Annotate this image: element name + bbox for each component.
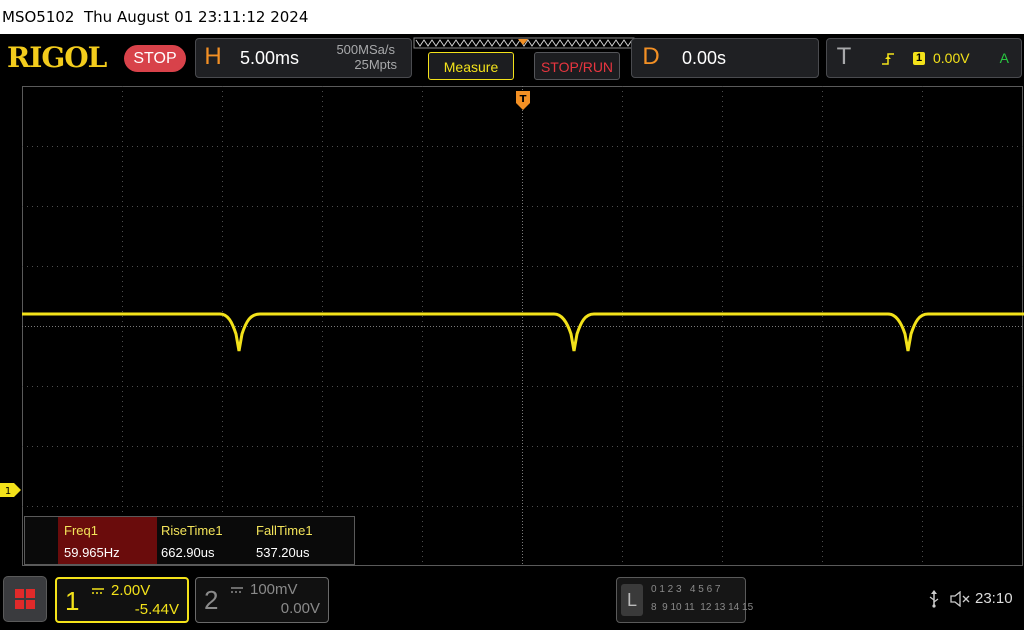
- channel1-box[interactable]: 1 2.00V -5.44V: [55, 577, 189, 623]
- dc-coupling-icon: [92, 588, 104, 594]
- measurement-value: 537.20us: [256, 545, 310, 560]
- channel2-offset: 0.00V: [280, 600, 320, 617]
- measurement-value: 662.90us: [161, 545, 215, 560]
- trigger-time-marker: T: [516, 91, 530, 110]
- measurement-freq[interactable]: Freq1 59.965Hz: [58, 517, 157, 564]
- measurement-risetime[interactable]: RiseTime1 662.90us: [155, 517, 251, 564]
- usb-icon: [929, 590, 939, 608]
- trigger-mode: A: [999, 50, 1009, 66]
- channel2-number: 2: [204, 585, 219, 615]
- model-name: MSO5102: [2, 8, 75, 26]
- trigger-panel[interactable]: T 1 0.00V A: [826, 38, 1022, 78]
- channel1-number: 1: [65, 586, 80, 616]
- menu-grid-icon: [15, 589, 35, 609]
- logic-analyzer-box[interactable]: L 0 1 2 3 4 5 6 7 8 9 10 11 12 13 14 15: [616, 577, 753, 623]
- measurement-panel: Freq1 59.965Hz RiseTime1 662.90us FallTi…: [24, 516, 355, 565]
- memory-overview-bar: [413, 37, 635, 49]
- channel1-scale: 2.00V: [111, 582, 151, 599]
- delay-key: D: [642, 43, 660, 70]
- timebase-value: 5.00ms: [240, 48, 300, 68]
- run-status-badge[interactable]: STOP: [124, 45, 186, 72]
- svg-text:1: 1: [5, 486, 11, 497]
- measurement-value: 59.965Hz: [64, 545, 120, 560]
- stop-run-button[interactable]: STOP/RUN: [534, 52, 620, 80]
- datetime: Thu August 01 23:11:12 2024: [84, 8, 309, 26]
- measurement-label: FallTime1: [256, 523, 313, 538]
- rising-edge-icon: [882, 53, 894, 65]
- channel2-scale: 100mV: [250, 581, 298, 598]
- rigol-logo: RIGOL: [7, 41, 107, 74]
- channel2-box[interactable]: 2 100mV 0.00V: [195, 577, 329, 623]
- title-bar: MSO5102 Thu August 01 23:11:12 2024: [0, 0, 1024, 34]
- delay-value: 0.00s: [682, 48, 727, 68]
- delay-panel[interactable]: D 0.00s: [631, 38, 819, 78]
- channel1-offset: -5.44V: [134, 601, 179, 618]
- trigger-level: 0.00V: [933, 50, 970, 66]
- dc-coupling-icon: [231, 587, 243, 593]
- status-clock: 23:10: [975, 590, 1013, 607]
- trigger-source-badge: 1: [913, 52, 925, 65]
- sample-rate: 500MSa/s: [336, 42, 395, 57]
- waveform-display[interactable]: [22, 86, 1024, 566]
- channel1-ground-marker[interactable]: 1: [0, 482, 22, 498]
- measure-button[interactable]: Measure: [428, 52, 514, 80]
- horizontal-key: H: [204, 43, 222, 70]
- svg-text:T: T: [520, 94, 527, 105]
- trigger-key: T: [836, 43, 852, 70]
- speaker-muted-icon[interactable]: [950, 591, 970, 607]
- measurement-label: Freq1: [64, 523, 98, 538]
- logic-channels-row2: 8 9 10 11 12 13 14 15: [651, 602, 754, 613]
- measurement-falltime[interactable]: FallTime1 537.20us: [250, 517, 350, 564]
- horizontal-panel[interactable]: H 5.00ms 500MSa/s 25Mpts: [195, 38, 412, 78]
- measurement-label: RiseTime1: [161, 523, 223, 538]
- logic-channels-row1: 0 1 2 3 4 5 6 7: [651, 584, 721, 595]
- menu-button[interactable]: [3, 576, 47, 622]
- memory-depth: 25Mpts: [354, 57, 397, 72]
- logic-key: L: [621, 584, 643, 616]
